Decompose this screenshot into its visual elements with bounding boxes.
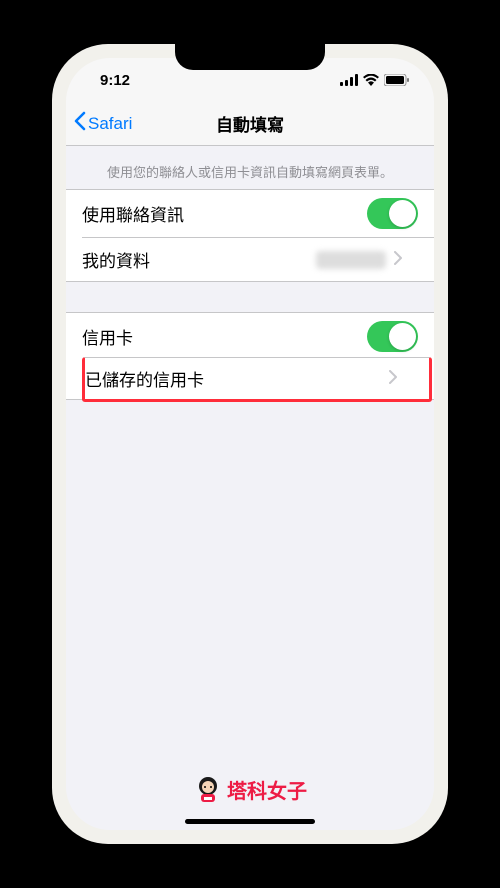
battery-icon [384,74,410,86]
saved-cards-label: 已儲存的信用卡 [85,366,204,391]
page-title: 自動填寫 [216,111,284,136]
contact-section: 使用聯絡資訊 我的資料 [66,189,434,282]
use-contact-info-row: 使用聯絡資訊 [66,190,434,237]
credit-card-section: 信用卡 已儲存的信用卡 [66,312,434,400]
saved-cards-row[interactable]: 已儲存的信用卡 [82,357,432,402]
content[interactable]: 使用您的聯絡人或信用卡資訊自動填寫網頁表單。 使用聯絡資訊 我的資料 [66,146,434,830]
section-gap [66,282,434,312]
use-contact-info-label: 使用聯絡資訊 [82,201,184,226]
chevron-right-icon [394,249,402,270]
credit-card-label: 信用卡 [82,324,133,349]
watermark-text: 塔科女子 [227,775,307,804]
status-time: 9:12 [90,72,130,89]
chevron-right-icon [389,368,397,389]
credit-card-toggle[interactable] [367,321,418,352]
section-description: 使用您的聯絡人或信用卡資訊自動填寫網頁表單。 [66,146,434,189]
my-info-row[interactable]: 我的資料 [82,237,434,281]
chevron-left-icon [74,111,86,136]
my-info-label: 我的資料 [82,247,150,272]
notch [175,44,325,70]
watermark-avatar-icon [193,774,223,804]
screen: 9:12 Safari 自動填寫 [66,58,434,830]
back-button[interactable]: Safari [74,111,132,136]
status-icons [340,74,410,86]
home-indicator[interactable] [185,819,315,824]
my-info-value [316,251,386,269]
signal-icon [340,74,358,86]
back-label: Safari [88,114,132,134]
nav-bar: Safari 自動填寫 [66,102,434,146]
use-contact-info-toggle[interactable] [367,198,418,229]
phone-frame: 9:12 Safari 自動填寫 [52,44,448,844]
watermark: 塔科女子 [193,774,307,804]
credit-card-row: 信用卡 [66,313,434,360]
wifi-icon [363,74,379,86]
